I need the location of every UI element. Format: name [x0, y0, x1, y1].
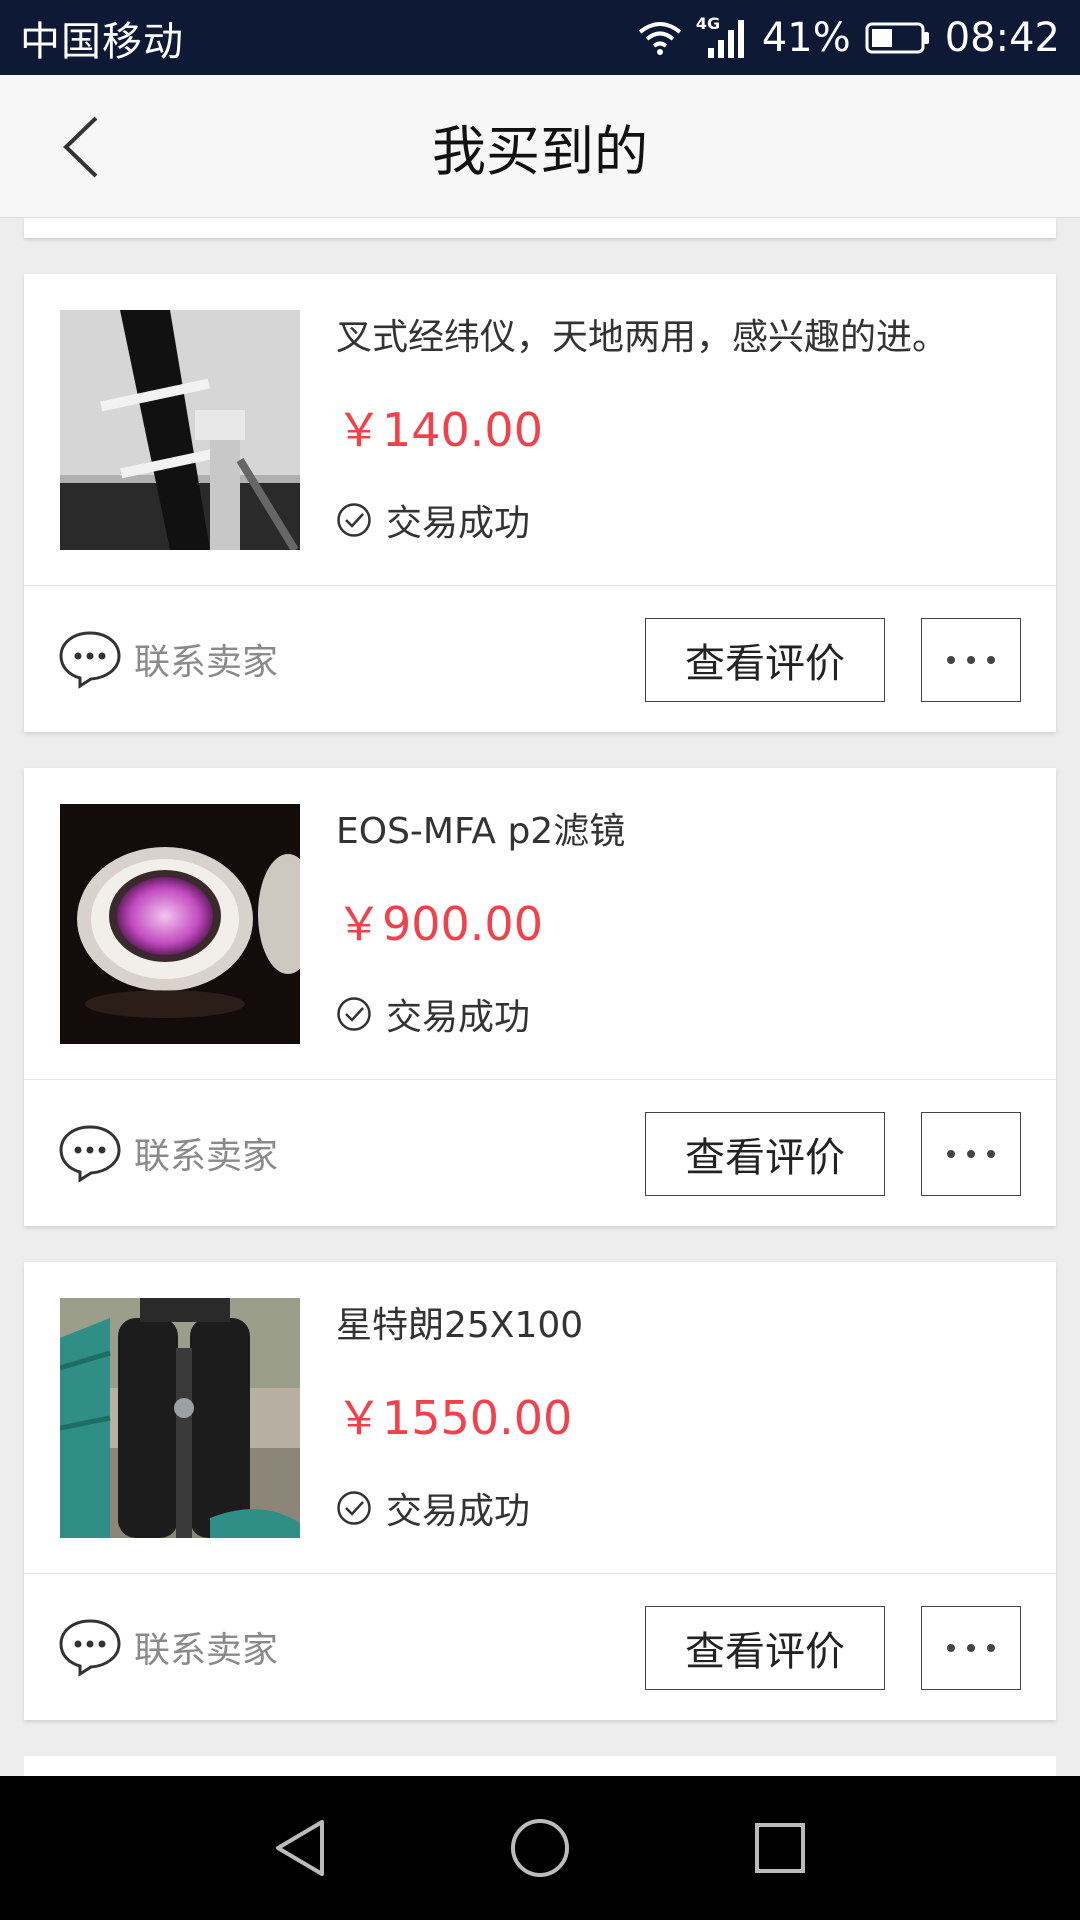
- product-price: ￥140.00: [336, 403, 543, 457]
- more-options-button[interactable]: [921, 1112, 1021, 1196]
- chevron-left-icon: [63, 116, 98, 178]
- product-price: ￥900.00: [336, 897, 543, 951]
- more-dot: [987, 1644, 995, 1652]
- order-card[interactable]: 叉式经纬仪，天地两用，感兴趣的进。 ￥140.00 交易成功 联系卖家 查看评价: [24, 274, 1056, 732]
- order-actions: 联系卖家 查看评价: [24, 1574, 1056, 1720]
- product-title[interactable]: 叉式经纬仪，天地两用，感兴趣的进。: [336, 308, 1026, 360]
- system-navigation-bar: [0, 1776, 1080, 1920]
- battery-percent: 41%: [761, 14, 851, 61]
- more-dot: [967, 656, 975, 664]
- triangle-back-icon: [276, 1820, 324, 1876]
- status-indicators: 4G 41% 08:42: [638, 14, 1060, 61]
- order-status-label: 交易成功: [386, 997, 531, 1038]
- order-card-partial: [24, 1756, 1056, 1776]
- more-dot: [967, 1644, 975, 1652]
- title-bar: 我买到的: [0, 75, 1080, 218]
- more-dot: [987, 1150, 995, 1158]
- order-summary[interactable]: 星特朗25X100 ￥1550.00 交易成功: [24, 1262, 1056, 1574]
- clock: 08:42: [944, 14, 1060, 61]
- order-actions: 联系卖家 查看评价: [24, 1080, 1056, 1226]
- product-title[interactable]: EOS-MFA p2滤镜: [336, 802, 1026, 854]
- order-status: 交易成功: [336, 494, 530, 546]
- more-options-button[interactable]: [921, 1606, 1021, 1690]
- more-dot: [987, 656, 995, 664]
- nav-recents-button[interactable]: [744, 1812, 816, 1884]
- wifi-icon: [638, 21, 682, 55]
- order-summary[interactable]: EOS-MFA p2滤镜 ￥900.00 交易成功: [24, 768, 1056, 1080]
- battery-icon: [865, 21, 931, 55]
- status-bar: 中国移动 4G 41% 08:42: [0, 0, 1080, 75]
- view-review-button[interactable]: 查看评价: [645, 618, 885, 702]
- more-options-button[interactable]: [921, 618, 1021, 702]
- contact-seller-label: 联系卖家: [134, 1136, 279, 1177]
- chat-bubble-icon: [59, 631, 121, 689]
- page-title: 我买到的: [432, 120, 648, 183]
- check-circle-icon: [337, 503, 371, 537]
- order-status-label: 交易成功: [386, 1491, 531, 1532]
- order-card[interactable]: EOS-MFA p2滤镜 ￥900.00 交易成功 联系卖家 查看评价: [24, 768, 1056, 1226]
- square-recents-icon: [755, 1823, 805, 1873]
- check-circle-icon: [337, 997, 371, 1031]
- more-dot: [967, 1150, 975, 1158]
- nav-home-button[interactable]: [504, 1812, 576, 1884]
- contact-seller-button[interactable]: 联系卖家: [58, 1614, 278, 1680]
- back-button[interactable]: [40, 107, 120, 187]
- order-card-partial: [24, 218, 1056, 238]
- chat-bubble-icon: [59, 1619, 121, 1677]
- circle-home-icon: [511, 1819, 569, 1877]
- order-status: 交易成功: [336, 988, 530, 1040]
- order-summary[interactable]: 叉式经纬仪，天地两用，感兴趣的进。 ￥140.00 交易成功: [24, 274, 1056, 586]
- order-actions: 联系卖家 查看评价: [24, 586, 1056, 732]
- nav-back-button[interactable]: [264, 1812, 336, 1884]
- carrier-name: 中国移动: [20, 18, 184, 65]
- order-card[interactable]: 星特朗25X100 ￥1550.00 交易成功 联系卖家 查看评价: [24, 1262, 1056, 1720]
- product-thumbnail[interactable]: [60, 804, 300, 1044]
- product-title[interactable]: 星特朗25X100: [336, 1296, 1026, 1348]
- check-circle-icon: [337, 1491, 371, 1525]
- product-price: ￥1550.00: [336, 1391, 573, 1445]
- order-status: 交易成功: [336, 1482, 530, 1534]
- order-status-label: 交易成功: [386, 503, 531, 544]
- chat-bubble-icon: [59, 1125, 121, 1183]
- contact-seller-label: 联系卖家: [134, 1630, 279, 1671]
- product-thumbnail[interactable]: [60, 310, 300, 550]
- contact-seller-label: 联系卖家: [134, 642, 279, 683]
- product-thumbnail[interactable]: [60, 1298, 300, 1538]
- order-list[interactable]: 叉式经纬仪，天地两用，感兴趣的进。 ￥140.00 交易成功 联系卖家 查看评价…: [0, 218, 1080, 1776]
- more-dot: [947, 1150, 955, 1158]
- more-dot: [947, 1644, 955, 1652]
- view-review-button[interactable]: 查看评价: [645, 1112, 885, 1196]
- contact-seller-button[interactable]: 联系卖家: [58, 1120, 278, 1186]
- contact-seller-button[interactable]: 联系卖家: [58, 626, 278, 692]
- view-review-button[interactable]: 查看评价: [645, 1606, 885, 1690]
- cellular-signal-icon: 4G: [696, 14, 748, 60]
- more-dot: [947, 656, 955, 664]
